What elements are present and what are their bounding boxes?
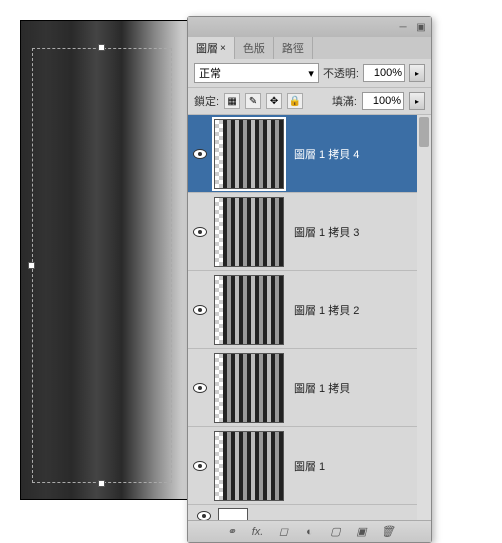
- fill-input[interactable]: 100%: [362, 92, 404, 110]
- layer-thumbnail[interactable]: [214, 275, 284, 345]
- close-icon[interactable]: ▣: [415, 21, 427, 33]
- eye-icon[interactable]: [193, 305, 207, 315]
- panel-titlebar[interactable]: ─ ▣: [188, 17, 431, 37]
- layer-thumbnail[interactable]: [214, 431, 284, 501]
- fill-label: 填滿:: [332, 93, 357, 109]
- tab-close-icon[interactable]: ×: [220, 43, 226, 54]
- panel-tabs: 圖層× 色版 路徑: [188, 37, 431, 59]
- tab-label: 色版: [243, 40, 265, 56]
- transform-handle-top[interactable]: [98, 44, 105, 51]
- layer-thumbnail[interactable]: [214, 119, 284, 189]
- layer-row[interactable]: 圖層 1: [188, 427, 431, 505]
- eye-icon[interactable]: [193, 383, 207, 393]
- lock-all-icon[interactable]: 🔒: [287, 93, 303, 109]
- blend-mode-dropdown[interactable]: 正常 ▾: [194, 63, 319, 83]
- fill-flyout-icon[interactable]: ▸: [409, 92, 425, 110]
- background-thumbnail: [218, 508, 248, 521]
- lock-row: 鎖定: ▦ ✎ ✥ 🔒 填滿: 100% ▸: [188, 88, 431, 115]
- eye-icon[interactable]: [193, 227, 207, 237]
- layer-name[interactable]: 圖層 1: [290, 458, 427, 474]
- opacity-flyout-icon[interactable]: ▸: [409, 64, 425, 82]
- link-layers-icon[interactable]: ⚭: [224, 524, 240, 540]
- layer-group-icon[interactable]: ▢: [328, 524, 344, 540]
- layer-row[interactable]: 圖層 1 拷貝: [188, 349, 431, 427]
- layer-name[interactable]: 圖層 1 拷貝 3: [290, 224, 427, 240]
- layer-name[interactable]: 圖層 1 拷貝 4: [290, 146, 427, 162]
- blend-row: 正常 ▾ 不透明: 100% ▸: [188, 59, 431, 88]
- layer-row[interactable]: 圖層 1 拷貝 2: [188, 271, 431, 349]
- scrollbar-vertical[interactable]: [417, 115, 431, 520]
- adjustment-layer-icon[interactable]: ◐: [302, 524, 318, 540]
- panel-footer: ⚭ fx. ◻ ◐ ▢ ▣ 🗑: [188, 520, 431, 542]
- layer-name[interactable]: 圖層 1 拷貝 2: [290, 302, 427, 318]
- opacity-input[interactable]: 100%: [363, 64, 405, 82]
- lock-label: 鎖定:: [194, 93, 219, 109]
- scrollbar-thumb[interactable]: [419, 117, 429, 147]
- delete-layer-icon[interactable]: 🗑: [380, 524, 396, 540]
- transform-handle-bottom[interactable]: [98, 480, 105, 487]
- layer-row[interactable]: 圖層 1 拷貝 4: [188, 115, 431, 193]
- layer-style-icon[interactable]: fx.: [250, 524, 266, 540]
- layer-list: 圖層 1 拷貝 4 圖層 1 拷貝 3 圖層 1 拷貝 2 圖層 1 拷貝圖層 1: [188, 115, 431, 520]
- tab-channels[interactable]: 色版: [235, 37, 274, 59]
- layer-thumbnail[interactable]: [214, 353, 284, 423]
- transform-handle-left[interactable]: [28, 262, 35, 269]
- lock-pixels-icon[interactable]: ✎: [245, 93, 261, 109]
- tab-label: 圖層: [196, 40, 218, 56]
- eye-icon[interactable]: [197, 511, 211, 521]
- blend-mode-value: 正常: [199, 65, 221, 81]
- background-layer-row[interactable]: [188, 505, 431, 520]
- opacity-label: 不透明:: [323, 65, 359, 81]
- tab-label: 路徑: [282, 40, 304, 56]
- minimize-icon[interactable]: ─: [397, 21, 409, 33]
- tab-layers[interactable]: 圖層×: [188, 37, 235, 59]
- eye-icon[interactable]: [193, 149, 207, 159]
- lock-position-icon[interactable]: ✥: [266, 93, 282, 109]
- transform-bounding-box[interactable]: [32, 48, 172, 483]
- eye-icon[interactable]: [193, 461, 207, 471]
- layer-name[interactable]: 圖層 1 拷貝: [290, 380, 427, 396]
- layer-row[interactable]: 圖層 1 拷貝 3: [188, 193, 431, 271]
- new-layer-icon[interactable]: ▣: [354, 524, 370, 540]
- tab-paths[interactable]: 路徑: [274, 37, 313, 59]
- layer-thumbnail[interactable]: [214, 197, 284, 267]
- lock-transparency-icon[interactable]: ▦: [224, 93, 240, 109]
- layer-mask-icon[interactable]: ◻: [276, 524, 292, 540]
- chevron-down-icon: ▾: [308, 67, 314, 80]
- layers-panel: ─ ▣ 圖層× 色版 路徑 正常 ▾ 不透明: 100% ▸ 鎖定: ▦ ✎ ✥…: [187, 16, 432, 543]
